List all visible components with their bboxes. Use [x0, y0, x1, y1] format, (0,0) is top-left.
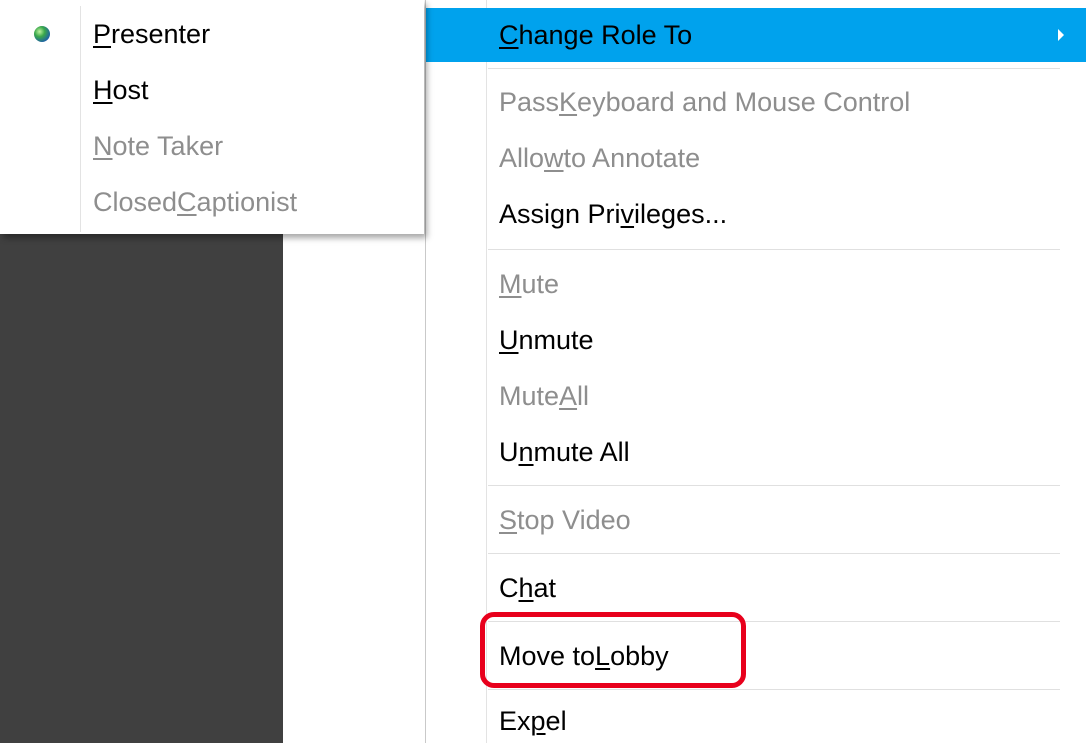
menu-item-change-role-to[interactable]: Change Role To	[426, 8, 1086, 62]
menu-item-mute-all[interactable]: Mute All	[426, 369, 1060, 423]
submenu-arrow-icon	[1058, 29, 1064, 41]
highlight-callout	[480, 612, 746, 688]
menu-item-mute[interactable]: Mute	[426, 257, 1060, 311]
menu-item-unmute-all[interactable]: Un mute All	[426, 425, 1060, 479]
menu-separator	[488, 68, 1060, 69]
change-role-submenu: Presenter Host Note Taker Closed Caption…	[0, 0, 424, 234]
menu-item-allow-to-annotate[interactable]: Allo w to Annotate	[426, 131, 1060, 185]
role-item-note-taker[interactable]: Note Taker	[0, 118, 424, 174]
menu-separator	[488, 689, 1060, 690]
menu-item-chat[interactable]: Ch at	[426, 561, 1060, 615]
role-item-closed-captionist[interactable]: Closed Captionist	[0, 174, 424, 230]
menu-separator	[488, 485, 1060, 486]
menu-item-assign-privileges[interactable]: Assign Pri v ileges...	[426, 187, 1060, 241]
selected-radio-icon	[34, 26, 50, 42]
role-item-presenter[interactable]: Presenter	[0, 6, 424, 62]
menu-separator	[488, 553, 1060, 554]
role-item-host[interactable]: Host	[0, 62, 424, 118]
menu-separator	[488, 249, 1060, 250]
menu-item-expel[interactable]: Ex p el	[426, 694, 1060, 748]
menu-item-pass-keyboard-and-mouse-control[interactable]: Pass Keyboard and Mouse Control	[426, 75, 1060, 129]
menu-item-unmute[interactable]: Unmute	[426, 313, 1060, 367]
menu-item-stop-video[interactable]: Stop Video	[426, 493, 1060, 547]
